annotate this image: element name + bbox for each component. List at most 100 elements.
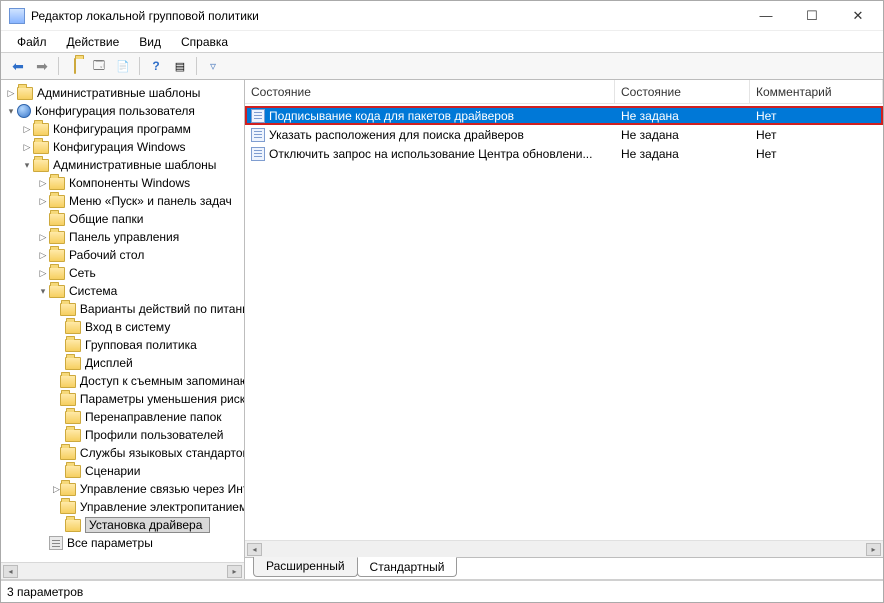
folder-icon [49,177,65,190]
back-button[interactable]: ⬅ [7,56,29,76]
tree-item-admin-templates[interactable]: ▷Административные шаблоны [3,84,244,102]
caret-icon[interactable]: ▷ [37,196,49,207]
minimize-button[interactable]: — [743,2,789,30]
folder-icon [17,87,33,100]
row-state: Не задана [615,128,750,142]
caret-icon[interactable]: ▾ [21,160,33,171]
caret-icon[interactable]: ▷ [21,142,33,153]
properties-button[interactable]: 🗔 [88,56,110,76]
menu-help[interactable]: Справка [171,33,238,51]
tree-item-all-settings[interactable]: ▷Все параметры [35,534,244,552]
tab-extended[interactable]: Расширенный [253,557,358,577]
caret-icon[interactable]: ▷ [37,178,49,189]
scroll-left-button[interactable]: ◂ [3,565,18,578]
folder-icon [49,195,65,208]
tree-item-removable[interactable]: ▷Доступ к съемным запоминающим устройств… [51,372,244,390]
window-title: Редактор локальной групповой политики [31,9,743,23]
menu-action[interactable]: Действие [57,33,130,51]
folder-icon [49,231,65,244]
tree-item-win-components[interactable]: ▷Компоненты Windows [35,174,244,192]
tree-item-power-options[interactable]: ▷Варианты действий по питанию [51,300,244,318]
list-row[interactable]: Отключить запрос на использование Центра… [245,144,883,163]
caret-icon[interactable]: ▷ [37,268,49,279]
tree-item-driver-install[interactable]: ▷Установка драйвера [51,516,244,534]
policy-icon [251,109,265,123]
tree-item-folder-redirect[interactable]: ▷Перенаправление папок [51,408,244,426]
maximize-button[interactable]: ☐ [789,2,835,30]
tab-standard[interactable]: Стандартный [357,557,458,577]
settings-icon [49,536,63,550]
tree-item-network[interactable]: ▷Сеть [35,264,244,282]
folder-icon [33,159,49,172]
filter-button[interactable]: ▿ [202,56,224,76]
caret-icon[interactable]: ▷ [21,124,33,135]
folder-icon [49,213,65,226]
app-icon [9,8,25,24]
list-view: Состояние Состояние Комментарий Подписыв… [245,80,883,540]
menu-file[interactable]: Файл [7,33,57,51]
caret-icon[interactable]: ▷ [53,484,60,495]
tree-item-windows-config[interactable]: ▷Конфигурация Windows [19,138,244,156]
folder-up-icon [74,59,76,73]
tree-item-internet-comm[interactable]: ▷Управление связью через Интернет [51,480,244,498]
menu-view[interactable]: Вид [129,33,171,51]
forward-button[interactable]: ➡ [31,56,53,76]
tree-item-scripts[interactable]: ▷Сценарии [51,462,244,480]
tree-item-control-panel[interactable]: ▷Панель управления [35,228,244,246]
folder-icon [65,339,81,352]
folder-icon [65,411,81,424]
folder-icon [65,321,81,334]
tree-item-system[interactable]: ▾Система ▷Варианты действий по питанию ▷… [35,282,244,534]
tree-item-logon[interactable]: ▷Вход в систему [51,318,244,336]
list-row[interactable]: Указать расположения для поиска драйверо… [245,125,883,144]
up-button[interactable] [64,56,86,76]
scroll-left-button[interactable]: ◂ [247,543,262,556]
folder-icon [65,465,81,478]
body-split: ▷Административные шаблоны ▾Конфигурация … [1,80,883,580]
folder-icon [60,375,76,388]
folder-icon [60,303,76,316]
row-state: Не задана [615,147,750,161]
tree-item-power-mgmt[interactable]: ▷Управление электропитанием [51,498,244,516]
tree-item-desktop[interactable]: ▷Рабочий стол [35,246,244,264]
tree-item-admin-templates[interactable]: ▾Административные шаблоны ▷Компоненты Wi… [19,156,244,552]
help-button[interactable]: ? [145,56,167,76]
tree-item-group-policy[interactable]: ▷Групповая политика [51,336,244,354]
folder-icon [65,429,81,442]
tree-item-mitigation[interactable]: ▷Параметры уменьшения рисков [51,390,244,408]
list-icon: ▤ [175,60,185,73]
folder-icon [60,393,76,406]
close-button[interactable]: ✕ [835,2,881,30]
tree-horizontal-scrollbar[interactable]: ◂ ▸ [1,562,244,579]
tree-item-start-menu[interactable]: ▷Меню «Пуск» и панель задач [35,192,244,210]
row-comment: Нет [750,147,883,161]
tree-item-shared-folders[interactable]: ▷Общие папки [35,210,244,228]
row-state: Не задана [615,109,750,123]
export-button[interactable]: 📄 [112,56,134,76]
list-row[interactable]: Подписывание кода для пакетов драйверов … [245,106,883,125]
folder-icon [49,249,65,262]
column-header-state[interactable]: Состояние [615,80,750,103]
tree-item-user-config[interactable]: ▾Конфигурация пользователя ▷Конфигурация… [3,102,244,552]
toolbar-separator [58,57,59,75]
list-body: Подписывание кода для пакетов драйверов … [245,104,883,163]
list-horizontal-scrollbar[interactable]: ◂ ▸ [245,540,883,557]
caret-icon[interactable]: ▾ [37,286,49,297]
column-header-name[interactable]: Состояние [245,80,615,103]
tree-item-display[interactable]: ▷Дисплей [51,354,244,372]
list-header: Состояние Состояние Комментарий [245,80,883,104]
tree-item-user-profiles[interactable]: ▷Профили пользователей [51,426,244,444]
column-header-comment[interactable]: Комментарий [750,80,883,103]
caret-icon[interactable]: ▷ [5,88,17,99]
list-button[interactable]: ▤ [169,56,191,76]
titlebar: Редактор локальной групповой политики — … [1,1,883,31]
tree-item-locale[interactable]: ▷Службы языковых стандартов [51,444,244,462]
caret-icon[interactable]: ▾ [5,106,17,117]
caret-icon[interactable]: ▷ [37,250,49,261]
scroll-right-button[interactable]: ▸ [227,565,242,578]
scroll-right-button[interactable]: ▸ [866,543,881,556]
policy-icon [251,147,265,161]
folder-icon [33,141,49,154]
tree-item-software-config[interactable]: ▷Конфигурация программ [19,120,244,138]
caret-icon[interactable]: ▷ [37,232,49,243]
